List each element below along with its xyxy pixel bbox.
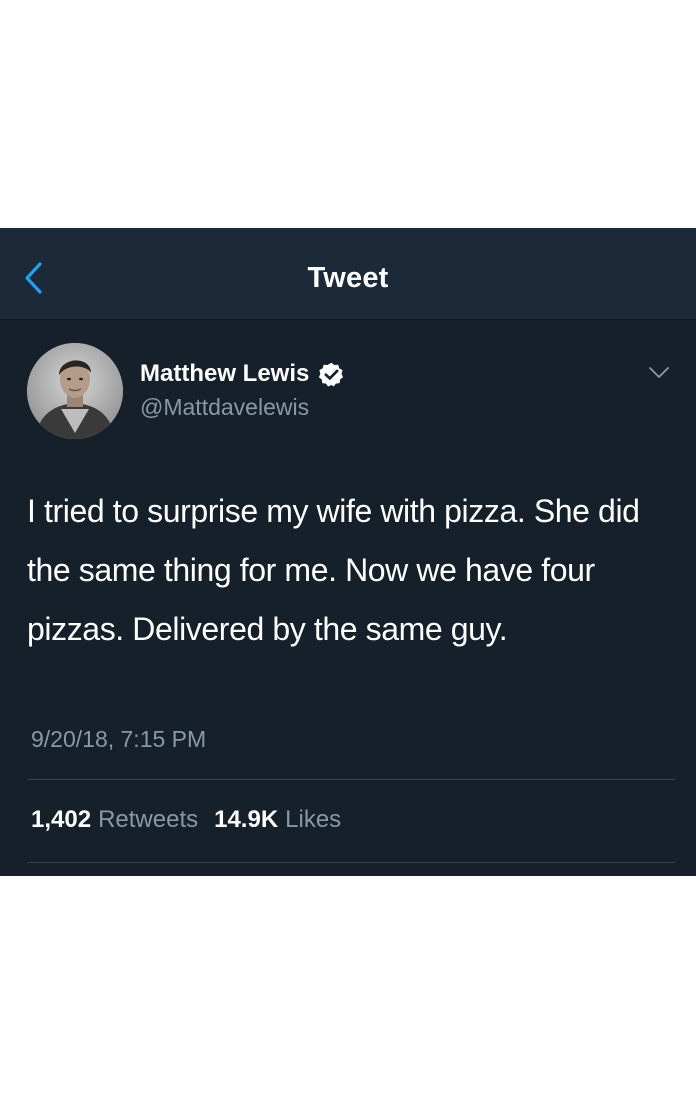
likes-count[interactable]: 14.9K	[214, 806, 278, 834]
verified-badge-icon	[319, 362, 344, 387]
tweet-text: I tried to surprise my wife with pizza. …	[27, 493, 640, 647]
tweet-screen: Tweet Matthew Lewis @Mattdavelewis I tri…	[0, 228, 696, 876]
top-white-margin	[0, 0, 696, 228]
likes-label[interactable]: Likes	[285, 806, 341, 834]
page-title: Tweet	[307, 262, 389, 294]
engagement-stats: 1,402 Retweets 14.9K Likes	[31, 806, 357, 834]
retweets-count[interactable]: 1,402	[31, 806, 91, 834]
divider	[27, 862, 675, 863]
bottom-white-margin	[0, 876, 696, 1118]
avatar-photo	[27, 343, 123, 439]
author-display-name[interactable]: Matthew Lewis	[140, 360, 309, 388]
navigation-bar: Tweet	[0, 228, 696, 320]
author-name-row: Matthew Lewis	[140, 358, 345, 390]
author-handle[interactable]: @Mattdavelewis	[140, 394, 309, 421]
retweets-label[interactable]: Retweets	[98, 806, 198, 834]
avatar[interactable]	[27, 343, 123, 439]
divider	[27, 779, 675, 780]
tweet-timestamp: 9/20/18, 7:15 PM	[31, 726, 207, 752]
chevron-down-icon[interactable]	[648, 366, 670, 380]
